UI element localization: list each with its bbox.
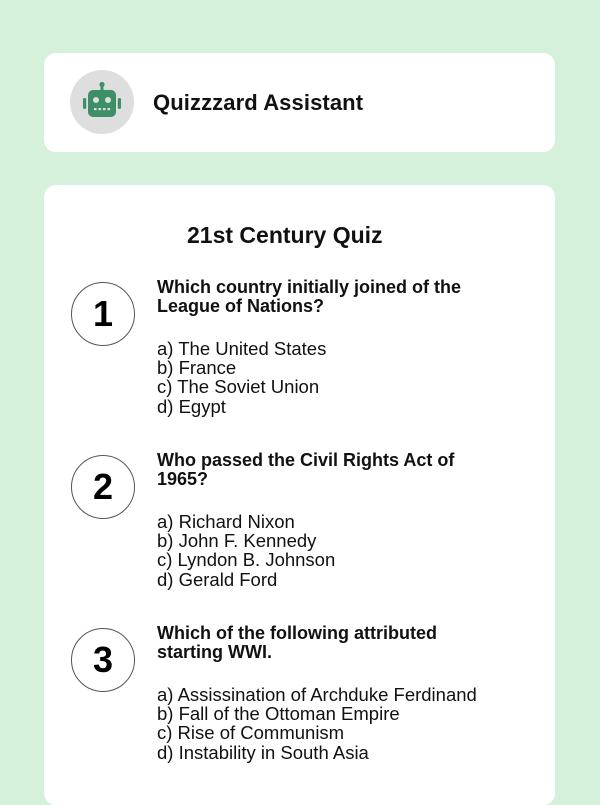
answer-option: c) Lyndon B. Johnson: [157, 549, 336, 571]
answer-options: a) Assissination of Archduke Ferdinand b…: [157, 685, 477, 762]
answer-option: d) Gerald Ford: [157, 568, 278, 590]
assistant-header: Quizzzard Assistant: [44, 53, 555, 152]
quiz-card: 21st Century Quiz 1 Which country initia…: [44, 185, 555, 805]
avatar: [70, 70, 134, 134]
question-number-badge: 3: [71, 628, 135, 692]
quiz-title: 21st Century Quiz: [187, 222, 383, 248]
answer-option: a) Richard Nixon: [157, 511, 295, 532]
robot-icon: [83, 81, 121, 117]
answer-option: b) France: [157, 357, 237, 379]
answer-option: d) Instability in South Asia: [157, 741, 369, 763]
assistant-name: Quizzzard Assistant: [153, 90, 364, 115]
answer-option: a) Assissination of Archduke Ferdinand: [157, 684, 477, 705]
answer-option: c) The Soviet Union: [157, 376, 320, 398]
answer-options: a) Richard Nixon b) John F. Kennedy c) L…: [157, 512, 335, 589]
answer-option: a) The United States: [157, 338, 327, 359]
question-number-badge: 1: [71, 282, 135, 346]
question-number-badge: 2: [71, 455, 135, 519]
answer-option: d) Egypt: [157, 395, 226, 417]
answer-option: b) John F. Kennedy: [157, 530, 317, 552]
question-text: Which of the following attributed starti…: [157, 623, 437, 662]
question-text: Which country initially joined of the Le…: [157, 277, 462, 316]
question-text: Who passed the Civil Rights Act of 1965?: [157, 450, 455, 489]
answer-option: c) Rise of Communism: [157, 722, 345, 744]
answer-options: a) The United States b) France c) The So…: [157, 339, 326, 416]
answer-option: b) Fall of the Ottoman Empire: [157, 703, 400, 725]
